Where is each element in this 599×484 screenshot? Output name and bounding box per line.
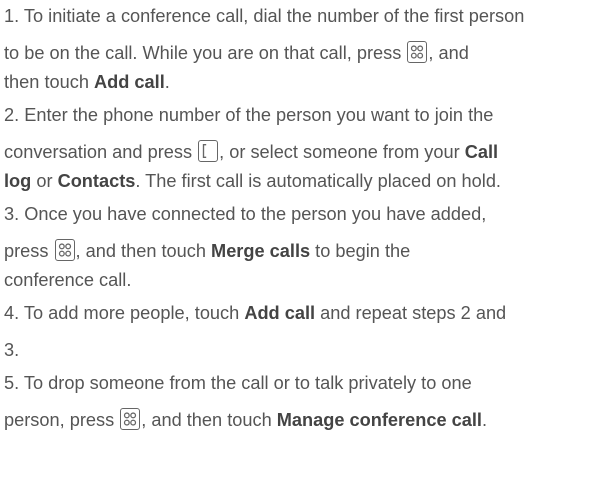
step-line: 4. To add more people, touch Add call an… [4,301,599,326]
step-text: . The first call is automatically placed… [135,171,501,191]
step-text: 5. To drop someone from the call or to t… [4,373,472,393]
menu-icon [120,408,141,430]
ui-term: Add call [94,72,165,92]
step-text: to be on the call. While you are on that… [4,43,407,63]
step-text: 1. To initiate a conference call, dial t… [4,6,525,26]
step-line: 3. Once you have connected to the person… [4,202,599,227]
step-text: or [31,171,58,191]
step-text: 2. Enter the phone number of the person … [4,105,494,125]
step-line: 1. To initiate a conference call, dial t… [4,4,599,29]
instruction-step: 5. To drop someone from the call or to t… [4,371,599,433]
ui-term: Manage conference call [276,410,482,430]
steps-list: 1. To initiate a conference call, dial t… [4,4,599,433]
step-line: press , and then touch Merge calls to be… [4,239,599,264]
step-text: conference call. [4,270,132,290]
step-text: . [164,72,170,92]
step-text: 4. To add more people, touch [4,303,245,323]
instruction-step: 4. To add more people, touch Add call an… [4,301,599,363]
ui-term: Add call [244,303,316,323]
instruction-step: 2. Enter the phone number of the person … [4,103,599,194]
step-line: conference call. [4,268,599,293]
step-line: conversation and press , or select someo… [4,140,599,165]
step-line: log or Contacts. The first call is autom… [4,169,599,194]
step-line: 5. To drop someone from the call or to t… [4,371,599,396]
call-icon [198,140,219,162]
step-text: then touch [4,72,94,92]
step-text: and repeat steps 2 and [315,303,507,323]
step-text: to begin the [310,241,411,261]
step-text: 3. [4,340,20,360]
instruction-step: 1. To initiate a conference call, dial t… [4,4,599,95]
step-text: person, press [4,410,120,430]
ui-term: Call [464,142,499,162]
ui-term: Merge calls [211,241,311,261]
step-text: press [4,241,54,261]
step-text: . [481,410,488,430]
step-line: to be on the call. While you are on that… [4,41,599,66]
ui-term: Contacts [57,171,136,191]
step-text: , and then touch [141,410,277,430]
instruction-page: 1. To initiate a conference call, dial t… [0,0,599,484]
step-text: , or select someone from your [219,142,465,162]
step-text: 3. Once you have connected to the person… [4,204,487,224]
step-text: , and [428,43,469,63]
step-line: 3. [4,338,599,363]
step-line: person, press , and then touch Manage co… [4,408,599,433]
instruction-step: 3. Once you have connected to the person… [4,202,599,293]
step-text: conversation and press [4,142,198,162]
step-line: 2. Enter the phone number of the person … [4,103,599,128]
menu-icon [54,239,75,261]
step-text: , and then touch [75,241,212,261]
ui-term: log [4,171,32,191]
step-line: then touch Add call. [4,70,599,95]
menu-icon [407,41,428,63]
